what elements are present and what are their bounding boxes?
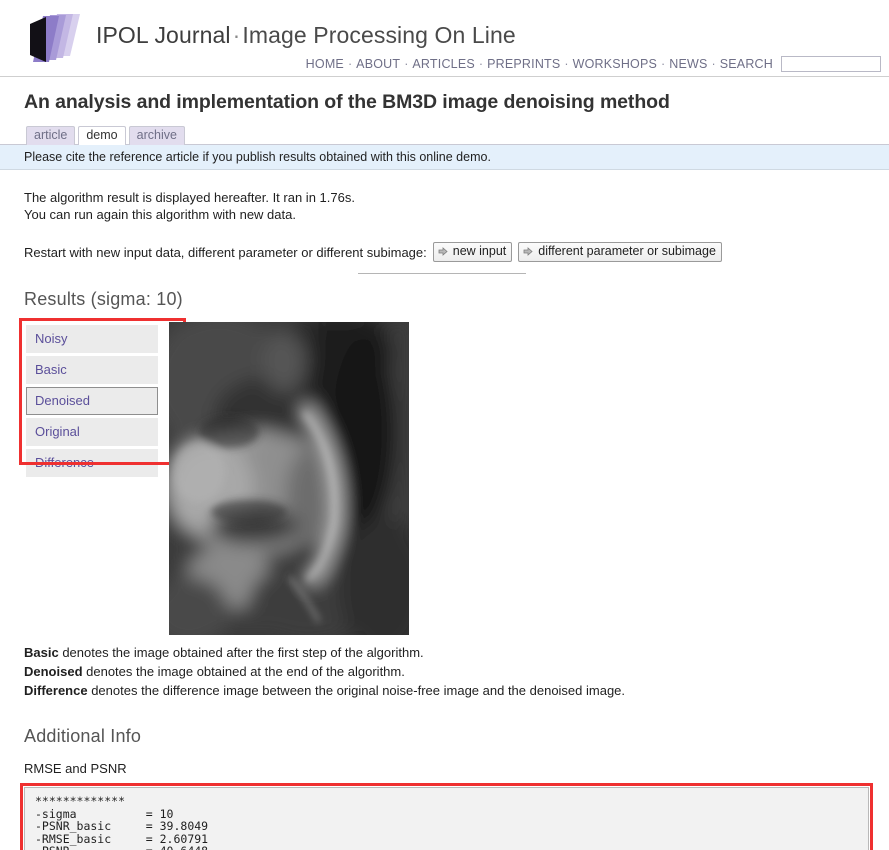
section-divider xyxy=(358,273,526,274)
tab-bar: article demo archive xyxy=(0,125,889,145)
result-item-denoised[interactable]: Denoised xyxy=(26,387,158,415)
new-input-button-label: new input xyxy=(452,244,507,258)
results-area: Noisy Basic Denoised Original Difference xyxy=(19,318,889,642)
result-item-difference[interactable]: Difference xyxy=(26,449,158,477)
algorithm-result-line-2: You can run again this algorithm with ne… xyxy=(24,207,296,222)
code-block-wrapper: ************* -sigma = 10 -PSNR_basic = … xyxy=(20,783,873,850)
legend-line-difference: Difference denotes the difference image … xyxy=(24,682,889,699)
nav-separator: · xyxy=(661,57,666,71)
arrow-right-icon xyxy=(438,246,449,257)
result-item-basic[interactable]: Basic xyxy=(26,356,158,384)
main-navigation: HOME · ABOUT · ARTICLES · PREPRINTS · WO… xyxy=(306,56,881,72)
main-content: The algorithm result is displayed hereaf… xyxy=(0,189,889,850)
tab-demo[interactable]: demo xyxy=(78,126,126,145)
legend-text-denoised: denotes the image obtained at the end of… xyxy=(82,664,405,679)
brand-separator: · xyxy=(232,22,241,48)
legend-line-denoised: Denoised denotes the image obtained at t… xyxy=(24,663,889,680)
tab-archive[interactable]: archive xyxy=(128,126,185,145)
nav-item-home[interactable]: HOME xyxy=(306,57,344,71)
result-item-original[interactable]: Original xyxy=(26,418,158,446)
restart-label: Restart with new input data, different p… xyxy=(24,244,427,260)
legend-line-basic: Basic denotes the image obtained after t… xyxy=(24,644,889,661)
results-heading: Results (sigma: 10) xyxy=(24,289,183,309)
different-parameter-button-label: different parameter or subimage xyxy=(538,244,716,258)
search-input[interactable] xyxy=(781,56,881,72)
legend-term-basic: Basic xyxy=(24,645,59,660)
legend-text-basic: denotes the image obtained after the fir… xyxy=(58,645,424,660)
arrow-right-icon xyxy=(523,246,534,257)
result-item-noisy[interactable]: Noisy xyxy=(26,325,158,353)
nav-item-about[interactable]: ABOUT xyxy=(356,57,400,71)
legend-term-difference: Difference xyxy=(24,683,88,698)
legend-term-denoised: Denoised xyxy=(24,664,83,679)
restart-row: Restart with new input data, different p… xyxy=(24,242,889,262)
brand-main: IPOL Journal xyxy=(96,22,231,48)
cite-banner: Please cite the reference article if you… xyxy=(0,145,889,170)
nav-item-search[interactable]: SEARCH xyxy=(720,57,773,71)
rmse-psnr-code-block: ************* -sigma = 10 -PSNR_basic = … xyxy=(24,787,869,850)
nav-item-workshops[interactable]: WORKSHOPS xyxy=(573,57,657,71)
nav-separator: · xyxy=(478,57,484,71)
nav-separator: · xyxy=(347,57,353,71)
nav-separator: · xyxy=(564,57,569,71)
site-header: IPOL Journal·Image Processing On Line HO… xyxy=(0,0,889,77)
tab-article[interactable]: article xyxy=(26,126,76,145)
page-root: IPOL Journal·Image Processing On Line HO… xyxy=(0,0,889,850)
brand-subtitle: Image Processing On Line xyxy=(242,22,516,48)
nav-separator: · xyxy=(711,57,716,71)
new-input-button[interactable]: new input xyxy=(432,242,513,262)
nav-item-preprints[interactable]: PREPRINTS xyxy=(487,57,560,71)
nav-separator: · xyxy=(404,57,409,71)
nav-item-articles[interactable]: ARTICLES xyxy=(412,57,475,71)
additional-info-heading: Additional Info xyxy=(24,726,142,746)
brand-title: IPOL Journal·Image Processing On Line xyxy=(96,22,516,49)
rmse-psnr-label: RMSE and PSNR xyxy=(24,761,127,776)
nav-item-news[interactable]: NEWS xyxy=(669,57,707,71)
algorithm-result-line-1: The algorithm result is displayed hereaf… xyxy=(24,190,355,205)
result-selector-list: Noisy Basic Denoised Original Difference xyxy=(26,325,158,480)
ipol-logo-icon[interactable] xyxy=(24,12,86,66)
legend-text-difference: denotes the difference image between the… xyxy=(87,683,626,698)
denoised-result-image[interactable] xyxy=(169,322,409,635)
page-title: An analysis and implementation of the BM… xyxy=(24,91,670,113)
different-parameter-button[interactable]: different parameter or subimage xyxy=(518,242,722,262)
